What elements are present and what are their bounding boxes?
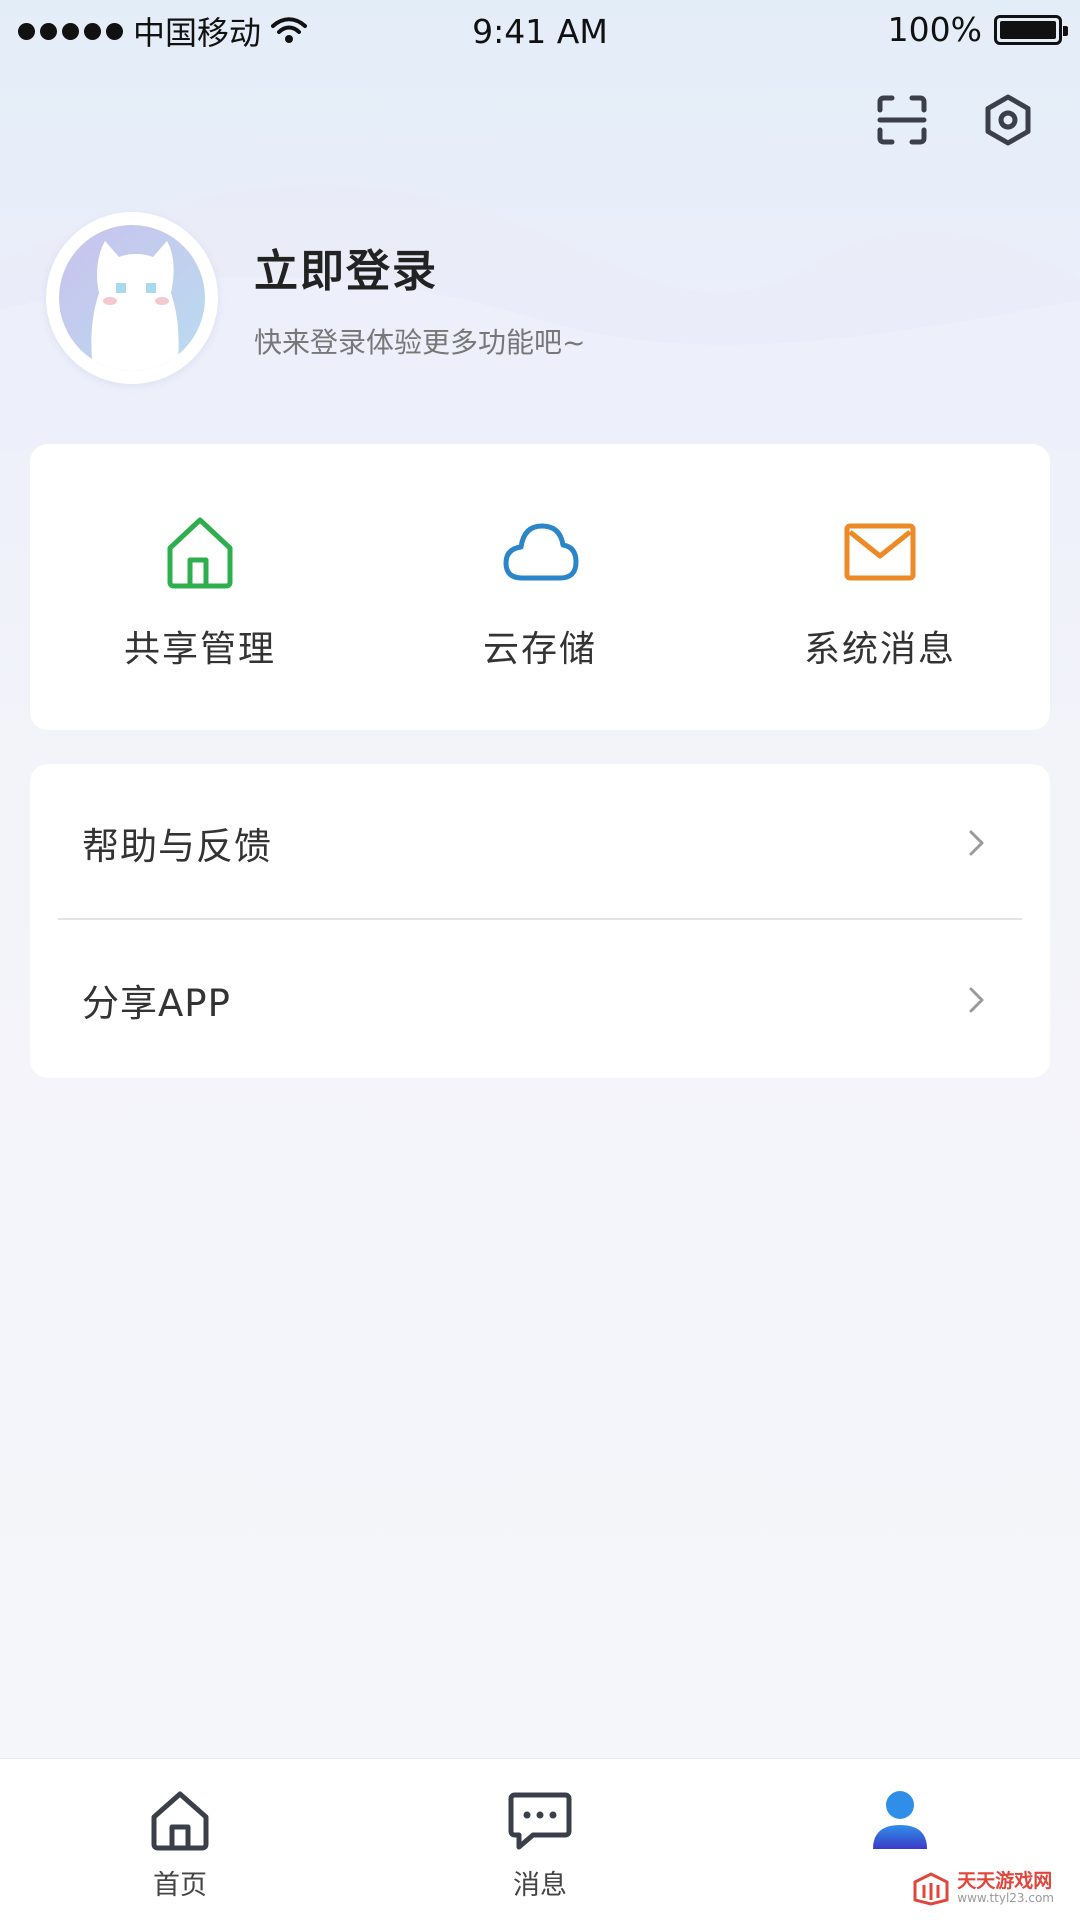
home-icon bbox=[167, 517, 233, 589]
avatar-image bbox=[59, 225, 205, 371]
watermark: 天天游戏网 www.ttyl23.com bbox=[911, 1870, 1054, 1906]
tab-messages[interactable]: 消息 bbox=[360, 1759, 720, 1920]
login-title[interactable]: 立即登录 bbox=[254, 235, 585, 299]
watermark-logo-icon bbox=[913, 1872, 949, 1906]
battery-percent: 100% bbox=[887, 10, 982, 49]
status-bar-right: 100% bbox=[887, 10, 1068, 49]
message-icon bbox=[508, 1792, 572, 1850]
menu-item-label: 帮助与反馈 bbox=[82, 824, 272, 868]
gear-icon[interactable] bbox=[980, 92, 1036, 148]
profile-text: 立即登录 快来登录体验更多功能吧~ bbox=[254, 235, 585, 361]
menu-card: 帮助与反馈 分享APP bbox=[30, 764, 1050, 1078]
feature-label: 云存储 bbox=[482, 629, 597, 670]
cloud-icon bbox=[503, 523, 579, 581]
tab-home[interactable]: 首页 bbox=[0, 1759, 360, 1920]
watermark-text: 天天游戏网 www.ttyl23.com bbox=[957, 1871, 1054, 1905]
default-avatar-icon bbox=[91, 241, 179, 371]
watermark-url: www.ttyl23.com bbox=[957, 1891, 1054, 1905]
login-subtitle: 快来登录体验更多功能吧~ bbox=[254, 326, 586, 359]
avatar[interactable] bbox=[46, 212, 218, 384]
feature-label: 系统消息 bbox=[803, 629, 956, 670]
battery-icon bbox=[994, 14, 1068, 45]
chevron-right-icon bbox=[969, 987, 984, 1012]
feature-share-management[interactable]: 共享管理 bbox=[30, 444, 370, 730]
tab-label: 首页 bbox=[153, 1870, 207, 1901]
feature-system-messages[interactable]: 系统消息 bbox=[710, 444, 1050, 730]
user-icon bbox=[873, 1791, 927, 1849]
status-bar: 中国移动 9:41 AM 100% bbox=[0, 0, 1080, 62]
menu-divider bbox=[58, 918, 1022, 920]
menu-item-share-app[interactable]: 分享APP bbox=[30, 921, 1050, 1078]
header-actions bbox=[874, 92, 1036, 148]
feature-label: 共享管理 bbox=[123, 629, 276, 670]
profile-header[interactable]: 立即登录 快来登录体验更多功能吧~ bbox=[46, 212, 585, 384]
tab-label: 消息 bbox=[513, 1870, 567, 1901]
chevron-right-icon bbox=[969, 830, 984, 855]
watermark-name: 天天游戏网 bbox=[957, 1870, 1053, 1892]
menu-item-help-feedback[interactable]: 帮助与反馈 bbox=[30, 764, 1050, 921]
home-icon bbox=[151, 1791, 209, 1851]
feature-card: 共享管理 云存储 系统消息 bbox=[30, 444, 1050, 730]
mail-icon bbox=[844, 523, 916, 581]
scan-icon[interactable] bbox=[874, 92, 930, 148]
feature-cloud-storage[interactable]: 云存储 bbox=[370, 444, 710, 730]
menu-item-label: 分享APP bbox=[82, 981, 231, 1025]
